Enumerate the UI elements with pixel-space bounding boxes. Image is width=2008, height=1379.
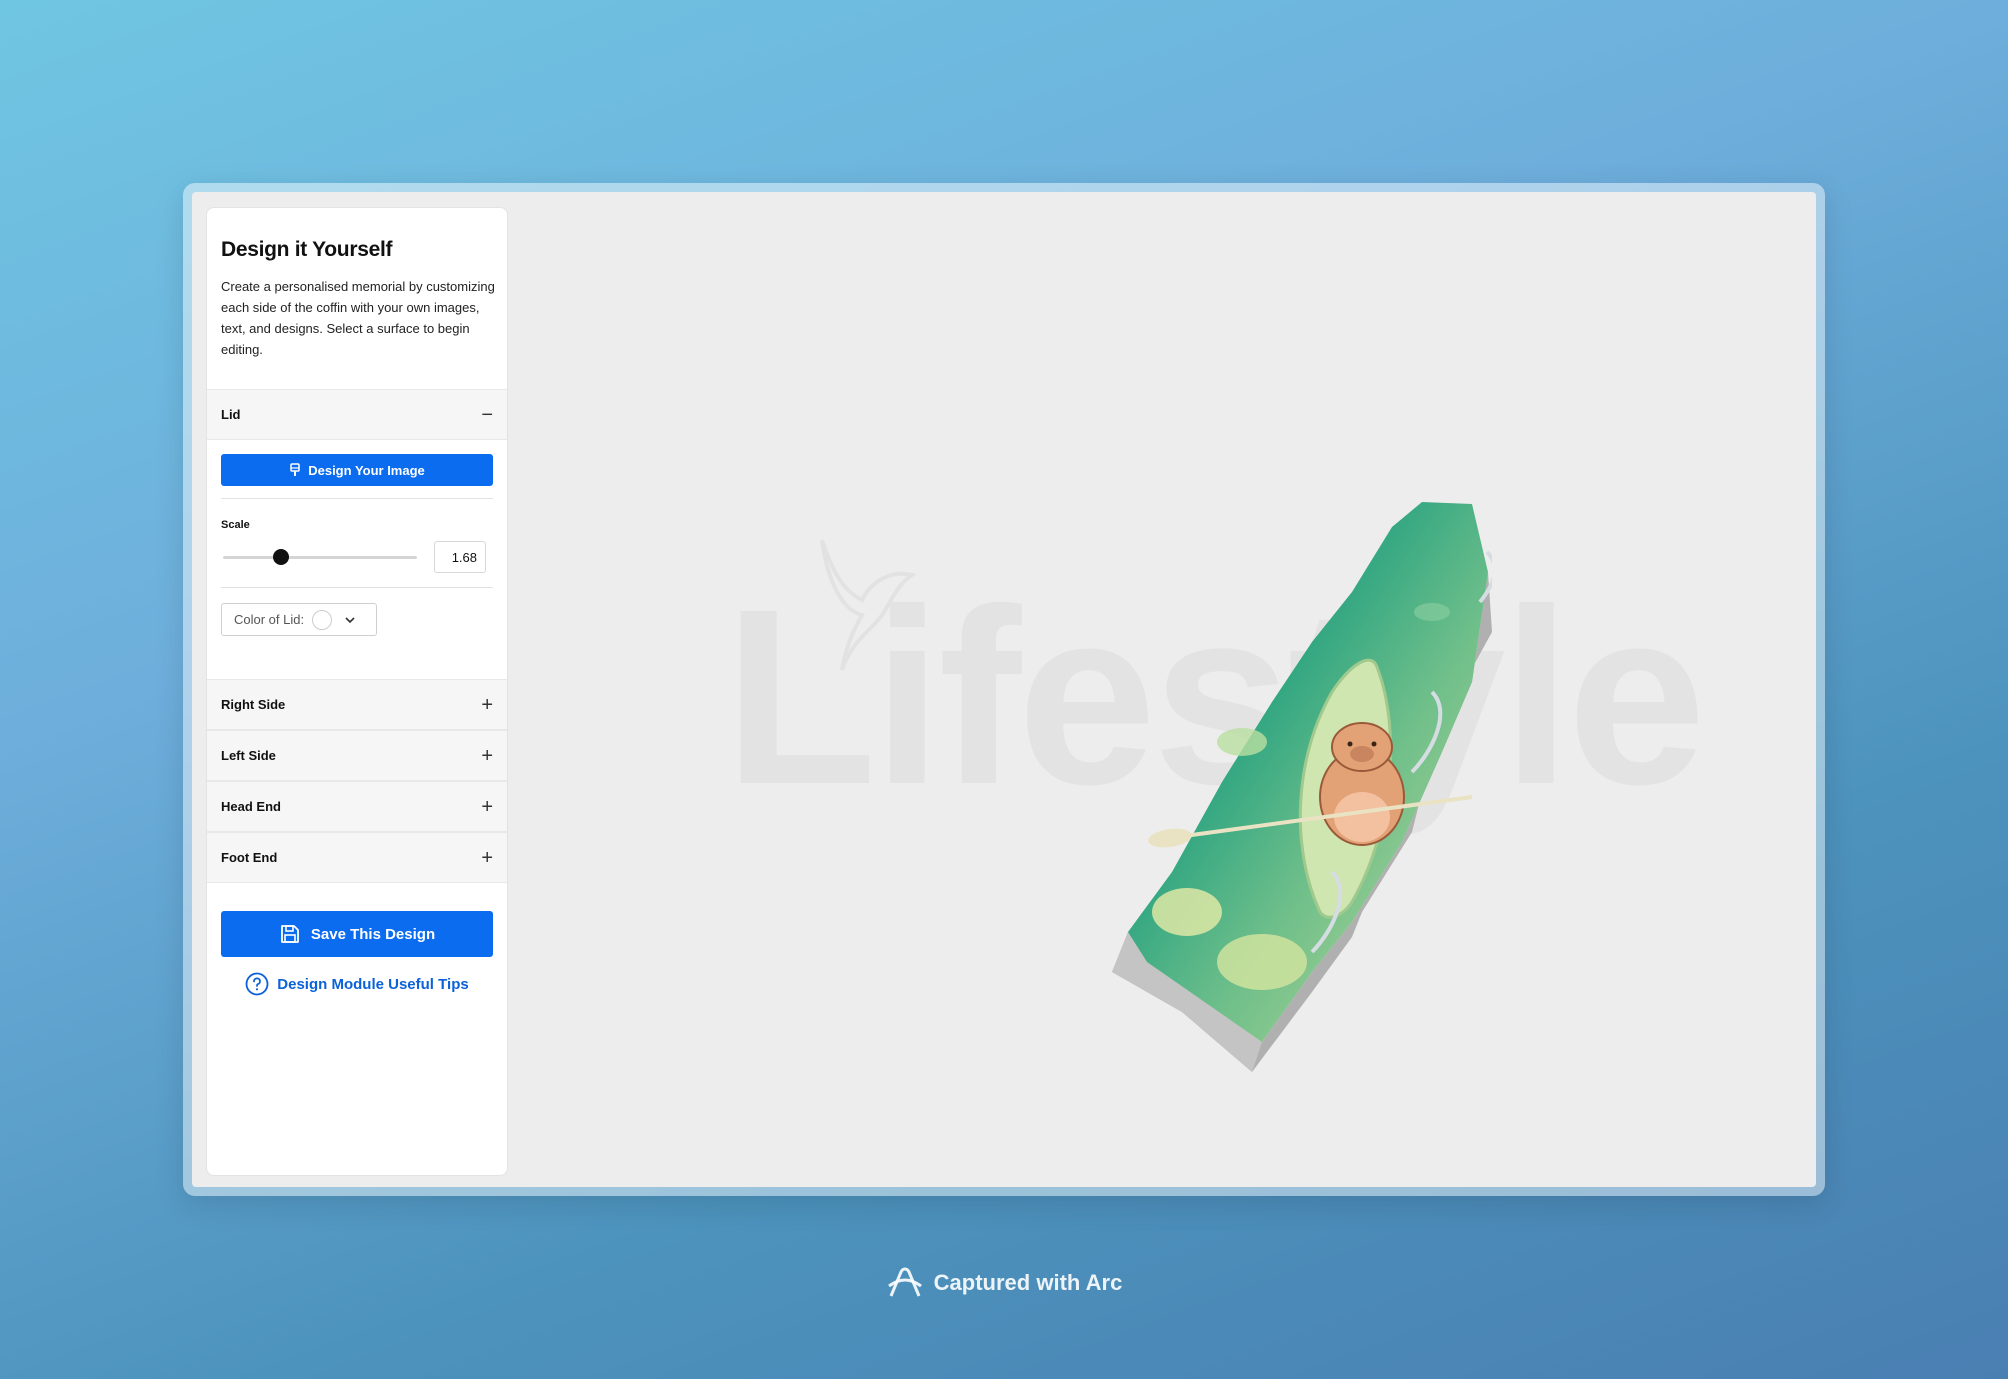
expand-icon[interactable]: + [481,848,493,868]
section-foot-end-label: Foot End [221,850,278,865]
save-design-button[interactable]: Save This Design [221,911,493,957]
save-design-label: Save This Design [310,925,436,943]
scale-slider-track[interactable] [223,556,417,559]
chevron-down-icon [344,613,356,627]
divider [221,587,493,588]
capture-footer-text: Captured with Arc [933,1270,1123,1295]
dove-watermark-icon [820,539,917,671]
section-foot-end-header[interactable]: Foot End + [207,832,507,883]
design-tips-link[interactable]: Design Module Useful Tips [207,969,507,999]
section-left-side-header[interactable]: Left Side + [207,730,507,781]
color-swatch [312,609,333,630]
arc-logo-icon [887,1267,922,1297]
design-your-image-button[interactable]: Design Your Image [221,454,493,486]
save-icon [280,925,299,943]
section-lid-header[interactable]: Lid − [207,389,507,440]
section-head-end-header[interactable]: Head End + [207,781,507,832]
collapse-icon[interactable]: − [481,405,493,425]
expand-icon[interactable]: + [481,797,493,817]
section-head-end-label: Head End [221,799,281,814]
3d-viewport[interactable]: Lifestyle [512,192,1816,1187]
section-lid-label: Lid [221,407,241,422]
brush-icon [290,463,300,476]
scale-label: Scale [221,519,250,531]
lid-color-select[interactable]: Color of Lid: [221,603,377,636]
design-your-image-label: Design Your Image [308,462,425,478]
help-icon [245,972,269,996]
expand-icon[interactable]: + [481,695,493,715]
sidebar-title: Design it Yourself [221,238,393,261]
lid-color-label: Color of Lid: [234,612,305,627]
sidebar-description: Create a personalised memorial by custom… [221,279,495,357]
coffin-3d-model[interactable] [932,492,1492,1092]
section-left-side-label: Left Side [221,748,276,763]
design-tips-label: Design Module Useful Tips [277,975,469,993]
section-right-side-header[interactable]: Right Side + [207,679,507,730]
capture-footer: Captured with Arc [0,1266,2008,1300]
scale-input[interactable]: 1.68 [434,541,486,573]
app-content: Design it Yourself Create a personalised… [192,192,1816,1187]
scale-slider-thumb[interactable] [273,549,290,565]
divider [221,498,493,499]
section-right-side-label: Right Side [221,697,286,712]
expand-icon[interactable]: + [481,746,493,766]
design-sidebar: Design it Yourself Create a personalised… [206,207,508,1176]
app-window: Design it Yourself Create a personalised… [183,183,1825,1196]
